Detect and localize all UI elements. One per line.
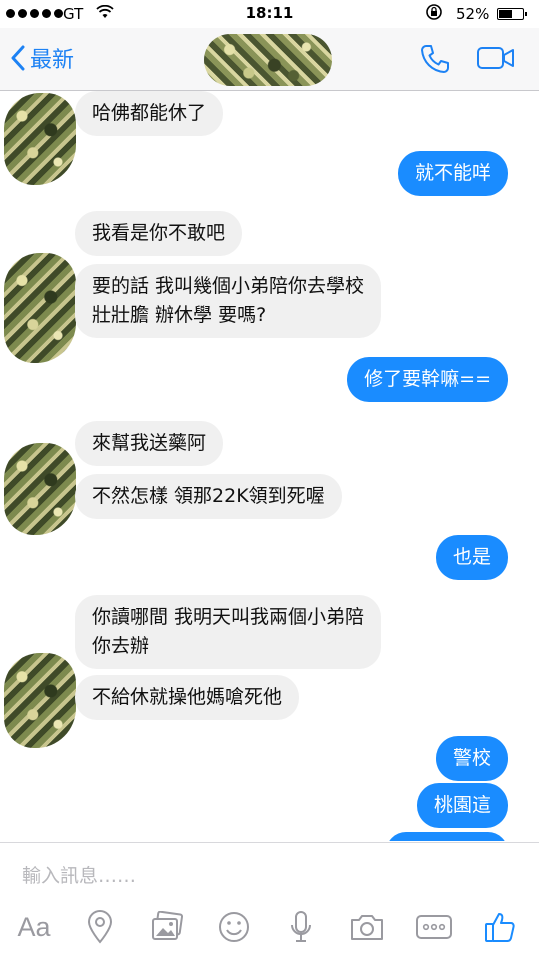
composer: Aa [0,842,539,961]
chevron-left-icon [11,45,25,71]
smiley-icon[interactable] [214,907,254,947]
message-bubble-outgoing[interactable]: 警校 [435,736,508,781]
contact-name-redacted[interactable] [204,34,332,86]
avatar-redacted[interactable] [4,443,76,535]
location-pin-icon[interactable] [80,907,120,947]
message-bubble-outgoing[interactable]: 也是 [435,535,508,580]
message-bubble-outgoing[interactable]: 就不能咩 [397,151,508,196]
back-label: 最新 [30,48,75,73]
message-bubble-outgoing-partial[interactable] [386,832,508,841]
message-bubble-incoming[interactable]: 要的話 我叫幾個小弟陪你去學校 壯壯膽 辦休學 要嗎? [75,264,382,338]
message-bubble-incoming[interactable]: 不然怎樣 領那22K領到死喔 [75,474,342,519]
back-button[interactable]: 最新 [10,42,74,74]
message-bubble-outgoing[interactable]: 桃園這 [416,783,508,828]
video-camera-icon[interactable] [476,45,516,75]
message-input[interactable] [20,857,524,895]
more-icon[interactable] [414,907,454,947]
message-bubble-incoming[interactable]: 你讀哪間 我明天叫我兩個小弟陪 你去辦 [75,595,382,669]
photos-icon[interactable] [147,907,187,947]
composer-toolbar: Aa [0,907,539,957]
text-format-button[interactable]: Aa [14,907,54,947]
message-bubble-outgoing[interactable]: 修了要幹嘛== [347,357,508,402]
camera-icon[interactable] [347,907,387,947]
avatar-redacted[interactable] [4,253,76,363]
conversation-header: 最新 [0,28,539,91]
message-list[interactable]: 哈佛都能休了 就不能咩 我看是你不敢吧 要的話 我叫幾個小弟陪你去學校 壯壯膽 … [0,91,539,841]
message-bubble-incoming[interactable]: 哈佛都能休了 [75,91,224,136]
battery-icon [497,8,527,20]
message-bubble-incoming[interactable]: 不給休就操他媽嗆死他 [75,675,300,720]
orientation-lock-icon [425,3,443,25]
status-bar: GT 18:11 52% [0,0,539,28]
thumbs-up-icon[interactable] [480,907,520,947]
phone-icon[interactable] [418,42,452,80]
message-bubble-incoming[interactable]: 來幫我送藥阿 [75,421,224,466]
avatar-redacted[interactable] [4,93,76,185]
battery-percent: 52% [456,5,490,23]
avatar-redacted[interactable] [4,653,76,748]
message-bubble-incoming[interactable]: 我看是你不敢吧 [75,211,243,256]
microphone-icon[interactable] [281,907,321,947]
